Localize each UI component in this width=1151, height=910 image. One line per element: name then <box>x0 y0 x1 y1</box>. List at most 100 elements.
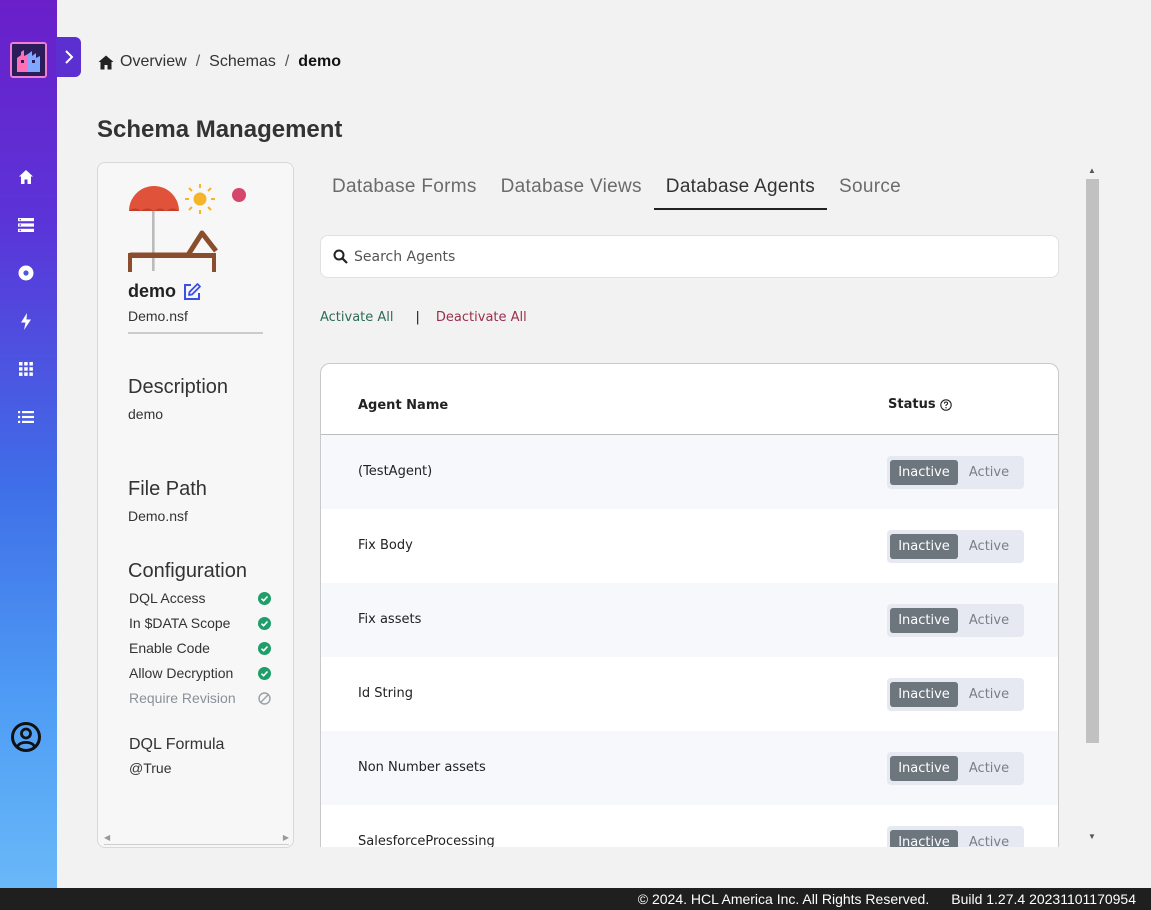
description-value: demo <box>128 406 164 422</box>
toggle-active-button[interactable]: Active <box>958 756 1020 781</box>
scrollbar-thumb[interactable] <box>1086 179 1099 743</box>
footer-build: Build 1.27.4 20231101170954 <box>951 891 1136 907</box>
help-circle-icon[interactable] <box>939 398 952 411</box>
schema-name-text: demo <box>128 281 177 301</box>
config-label: In $DATA Scope <box>129 615 231 631</box>
bolt-icon[interactable] <box>16 311 36 331</box>
schema-name: demo <box>128 281 202 302</box>
tab-bar: Database Forms Database Views Database A… <box>320 170 913 210</box>
activate-all-link[interactable]: Activate All <box>320 310 394 325</box>
main-vertical-scrollbar[interactable]: ▲ ▼ <box>1085 162 1100 848</box>
status-toggle: Inactive Active <box>887 530 1024 563</box>
search-icon <box>333 249 348 264</box>
agent-name: Fix Body <box>358 538 413 553</box>
agent-name: Id String <box>358 686 414 701</box>
table-row: Fix Body Inactive Active <box>321 509 1058 583</box>
toggle-inactive-button[interactable]: Inactive <box>890 682 958 707</box>
config-label: DQL Access <box>129 590 206 606</box>
chevron-right-icon <box>64 50 73 64</box>
toggle-inactive-button[interactable]: Inactive <box>890 608 958 633</box>
check-circle-icon <box>258 591 271 605</box>
status-toggle: Inactive Active <box>887 752 1024 785</box>
tab-database-views[interactable]: Database Views <box>489 170 654 210</box>
toggle-active-button[interactable]: Active <box>958 534 1020 559</box>
scroll-right-icon[interactable]: ▶ <box>283 833 289 842</box>
config-label: Require Revision <box>129 690 236 706</box>
config-in-data-scope: In $DATA Scope <box>129 615 271 631</box>
toggle-active-button[interactable]: Active <box>958 608 1020 633</box>
breadcrumb: Overview / Schemas / demo <box>98 53 341 71</box>
home-icon[interactable] <box>98 55 114 70</box>
toggle-inactive-button[interactable]: Inactive <box>890 756 958 781</box>
config-enable-code: Enable Code <box>129 640 271 656</box>
footer-copyright: © 2024. HCL America Inc. All Rights Rese… <box>637 891 930 907</box>
config-dql-access: DQL Access <box>129 590 271 606</box>
card-horizontal-scrollbar[interactable]: ◀ ▶ <box>104 833 289 845</box>
configuration-heading: Configuration <box>128 560 247 582</box>
scroll-down-icon[interactable]: ▼ <box>1088 832 1096 841</box>
agents-table: Agent Name Status (TestAgent) Inactive A… <box>320 363 1059 847</box>
tab-database-forms[interactable]: Database Forms <box>320 170 489 210</box>
home-icon[interactable] <box>16 167 36 187</box>
column-status: Status <box>888 397 952 412</box>
check-circle-icon <box>258 641 271 655</box>
card-divider <box>128 332 263 334</box>
toggle-active-button[interactable]: Active <box>958 460 1020 485</box>
schema-file: Demo.nsf <box>128 308 188 324</box>
description-heading: Description <box>128 376 229 398</box>
tab-database-agents[interactable]: Database Agents <box>653 170 828 210</box>
edit-icon[interactable] <box>182 282 202 302</box>
bulk-actions: Activate All | Deactivate All <box>320 310 527 325</box>
dql-formula-heading: DQL Formula <box>129 736 225 753</box>
table-row: Non Number assets Inactive Active <box>321 731 1058 805</box>
table-row: SalesforceProcessing Inactive Active <box>321 805 1058 847</box>
toggle-active-button[interactable]: Active <box>958 830 1020 847</box>
grid-icon[interactable] <box>16 359 36 379</box>
agent-name: Non Number assets <box>358 760 486 775</box>
table-row: Fix assets Inactive Active <box>321 583 1058 657</box>
scroll-left-icon[interactable]: ◀ <box>104 833 110 842</box>
footer: © 2024. HCL America Inc. All Rights Rese… <box>0 888 1151 910</box>
breadcrumb-schemas[interactable]: Schemas <box>209 53 276 71</box>
breadcrumb-overview[interactable]: Overview <box>120 53 187 71</box>
file-path-value: Demo.nsf <box>128 508 188 524</box>
check-circle-icon <box>258 666 271 680</box>
user-circle-icon[interactable] <box>10 721 42 753</box>
search-box <box>320 235 1059 278</box>
sidebar <box>0 0 57 888</box>
beach-illustration-icon <box>128 184 246 272</box>
search-input[interactable] <box>354 248 1034 265</box>
table-row: Id String Inactive Active <box>321 657 1058 731</box>
column-status-label: Status <box>888 397 936 412</box>
disabled-circle-icon <box>258 691 271 705</box>
table-row: (TestAgent) Inactive Active <box>321 435 1058 509</box>
list-icon[interactable] <box>16 215 36 235</box>
agent-name: (TestAgent) <box>358 464 433 479</box>
status-toggle: Inactive Active <box>887 604 1024 637</box>
table-header: Agent Name Status <box>321 364 1058 435</box>
scroll-up-icon[interactable]: ▲ <box>1088 166 1096 175</box>
sidebar-expand-button[interactable] <box>56 37 81 77</box>
config-allow-decryption: Allow Decryption <box>129 665 271 681</box>
toggle-active-button[interactable]: Active <box>958 682 1020 707</box>
check-circle-icon <box>258 616 271 630</box>
file-path-heading: File Path <box>128 478 207 500</box>
breadcrumb-separator: / <box>284 53 290 70</box>
menu-list-icon[interactable] <box>16 407 36 427</box>
config-label: Allow Decryption <box>129 665 234 681</box>
toggle-inactive-button[interactable]: Inactive <box>890 534 958 559</box>
app-logo[interactable] <box>10 42 47 78</box>
actions-separator: | <box>415 310 420 325</box>
config-label: Enable Code <box>129 640 210 656</box>
dql-formula-value: @True <box>129 760 172 776</box>
agent-name: SalesforceProcessing <box>358 834 495 847</box>
page-title: Schema Management <box>97 116 343 143</box>
breadcrumb-current: demo <box>298 53 341 70</box>
toggle-inactive-button[interactable]: Inactive <box>890 830 958 847</box>
column-agent-name: Agent Name <box>358 398 449 413</box>
toggle-inactive-button[interactable]: Inactive <box>890 460 958 485</box>
tab-source[interactable]: Source <box>827 170 913 210</box>
config-require-revision: Require Revision <box>129 690 271 706</box>
disc-icon[interactable] <box>16 263 36 283</box>
deactivate-all-link[interactable]: Deactivate All <box>436 310 527 325</box>
